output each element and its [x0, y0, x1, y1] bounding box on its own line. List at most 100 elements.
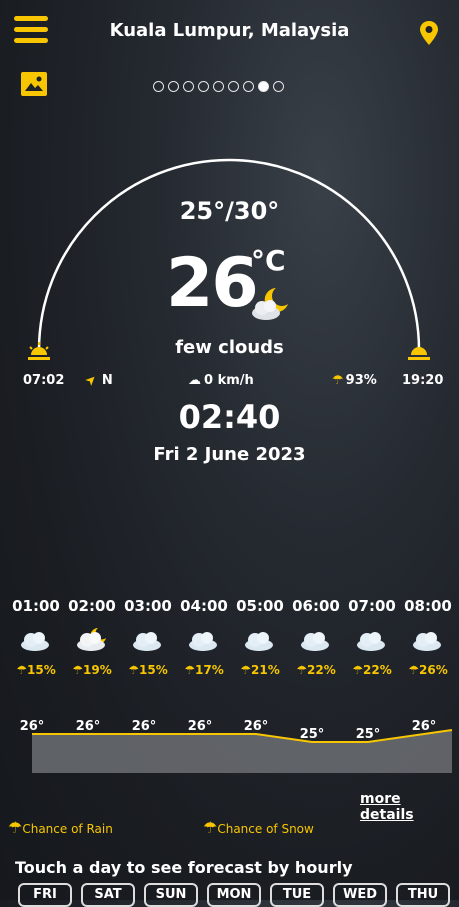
umbrella-icon: ☂ — [240, 663, 252, 677]
precip-value: 26% — [419, 663, 448, 677]
page-dot[interactable] — [228, 81, 239, 92]
umbrella-icon: ☂ — [8, 818, 23, 837]
hourly-item: 05:00 ☂21% — [232, 597, 288, 677]
cloud-icon — [232, 619, 288, 659]
more-details-link[interactable]: more details — [360, 791, 459, 823]
condition-text: few clouds — [175, 337, 284, 358]
day-button[interactable]: SAT — [81, 883, 135, 907]
umbrella-icon: ☂ — [128, 663, 140, 677]
day-button[interactable]: MON — [207, 883, 261, 907]
day-button[interactable]: THU — [396, 883, 450, 907]
day-button[interactable]: FRI — [18, 883, 72, 907]
wind-icon: ☁ — [188, 373, 201, 388]
day-button[interactable]: SUN — [144, 883, 198, 907]
page-dot[interactable] — [258, 81, 269, 92]
wind-direction: ➤N — [82, 371, 113, 389]
precip-chance: ☂26% — [400, 663, 456, 677]
hour-time: 05:00 — [236, 597, 284, 615]
precip-value: 15% — [27, 663, 56, 677]
legend-rain-label: Chance of Rain — [22, 822, 113, 836]
umbrella-icon: ☂ — [72, 663, 84, 677]
location-title: Kuala Lumpur, Malaysia — [109, 20, 350, 41]
day-button[interactable]: WED — [333, 883, 387, 907]
precip-chance: ☂15% — [120, 663, 176, 677]
precip-chance: ☂22% — [344, 663, 400, 677]
hourly-item: 04:00 ☂17% — [176, 597, 232, 677]
hourly-item: 03:00 ☂15% — [120, 597, 176, 677]
hourly-item: 07:00 ☂22% — [344, 597, 400, 677]
legend-snow-label: Chance of Snow — [217, 822, 314, 836]
cloud-icon — [120, 619, 176, 659]
hour-time: 08:00 — [404, 597, 452, 615]
page-dot[interactable] — [168, 81, 179, 92]
precip-chance: ☂15% — [8, 663, 64, 677]
hour-temp-label: 25° — [300, 727, 325, 742]
precip-value: 17% — [195, 663, 224, 677]
hour-time: 03:00 — [124, 597, 172, 615]
hour-temp-label: 26° — [20, 719, 45, 734]
page-dot[interactable] — [273, 81, 284, 92]
hour-temp-label: 26° — [244, 719, 269, 734]
hour-time: 06:00 — [292, 597, 340, 615]
humidity-label: 93% — [345, 373, 377, 388]
day-button[interactable]: TUE — [270, 883, 324, 907]
hour-temp-label: 26° — [188, 719, 213, 734]
day-selector: FRI SAT SUN MON TUE WED THU — [18, 883, 450, 907]
cloud-icon — [400, 619, 456, 659]
precip-chance: ☂21% — [232, 663, 288, 677]
page-dot[interactable] — [213, 81, 224, 92]
sunrise-time: 07:02 — [23, 373, 65, 388]
temperature-unit: °C — [251, 244, 286, 277]
background-image-icon[interactable] — [21, 72, 47, 96]
hourly-item: 02:00 ☂19% — [64, 597, 120, 677]
wind-arrow-icon: ➤ — [82, 371, 101, 390]
current-date: Fri 2 June 2023 — [153, 444, 306, 465]
temp-range: 25°/30° — [179, 197, 280, 225]
hour-temp-label: 26° — [76, 719, 101, 734]
legend-snow: ☂Chance of Snow — [203, 818, 314, 837]
umbrella-icon: ☂ — [332, 373, 344, 388]
hourly-temp-chart: 26° 26° 26° 26° 26° 25° 25° 26° — [20, 719, 453, 773]
wind-speed-label: 0 km/h — [204, 373, 254, 388]
precip-value: 22% — [363, 663, 392, 677]
umbrella-icon: ☂ — [352, 663, 364, 677]
hour-temp-label: 26° — [132, 719, 157, 734]
hour-time: 01:00 — [12, 597, 60, 615]
page-dot[interactable] — [243, 81, 254, 92]
cloud-moon-icon — [248, 286, 292, 326]
precip-value: 15% — [139, 663, 168, 677]
wind-speed: ☁ 0 km/h — [188, 373, 254, 388]
wind-direction-label: N — [101, 373, 113, 388]
hour-temp-label: 25° — [356, 727, 381, 742]
umbrella-icon: ☂ — [16, 663, 28, 677]
cloud-icon — [176, 619, 232, 659]
precip-value: 19% — [83, 663, 112, 677]
page-dot[interactable] — [153, 81, 164, 92]
precip-value: 22% — [307, 663, 336, 677]
hourly-item: 06:00 ☂22% — [288, 597, 344, 677]
location-pin-icon[interactable] — [418, 20, 440, 46]
page-dot[interactable] — [198, 81, 209, 92]
umbrella-icon: ☂ — [408, 663, 420, 677]
cloud-icon — [288, 619, 344, 659]
hourly-forecast: 01:00 ☂15% 02:00 ☂19% 03:00 ☂15% 04:00 ☂17% 05:0… — [8, 597, 459, 677]
current-time: 02:40 — [178, 398, 281, 436]
sunset-time: 19:20 — [402, 373, 444, 388]
cloud-icon — [8, 619, 64, 659]
page-indicator[interactable] — [153, 81, 284, 92]
humidity: ☂ 93% — [332, 373, 377, 388]
precip-chance: ☂22% — [288, 663, 344, 677]
hour-time: 02:00 — [68, 597, 116, 615]
precip-chance: ☂17% — [176, 663, 232, 677]
precip-chance: ☂19% — [64, 663, 120, 677]
precip-value: 21% — [251, 663, 280, 677]
page-dot[interactable] — [183, 81, 194, 92]
hour-temp-label: 26° — [412, 719, 437, 734]
umbrella-icon: ☂ — [296, 663, 308, 677]
cloud-icon — [344, 619, 400, 659]
umbrella-icon: ☂ — [203, 818, 218, 837]
hour-time: 07:00 — [348, 597, 396, 615]
hourly-item: 08:00 ☂26% — [400, 597, 456, 677]
legend-rain: ☂Chance of Rain — [8, 818, 113, 837]
umbrella-icon: ☂ — [184, 663, 196, 677]
